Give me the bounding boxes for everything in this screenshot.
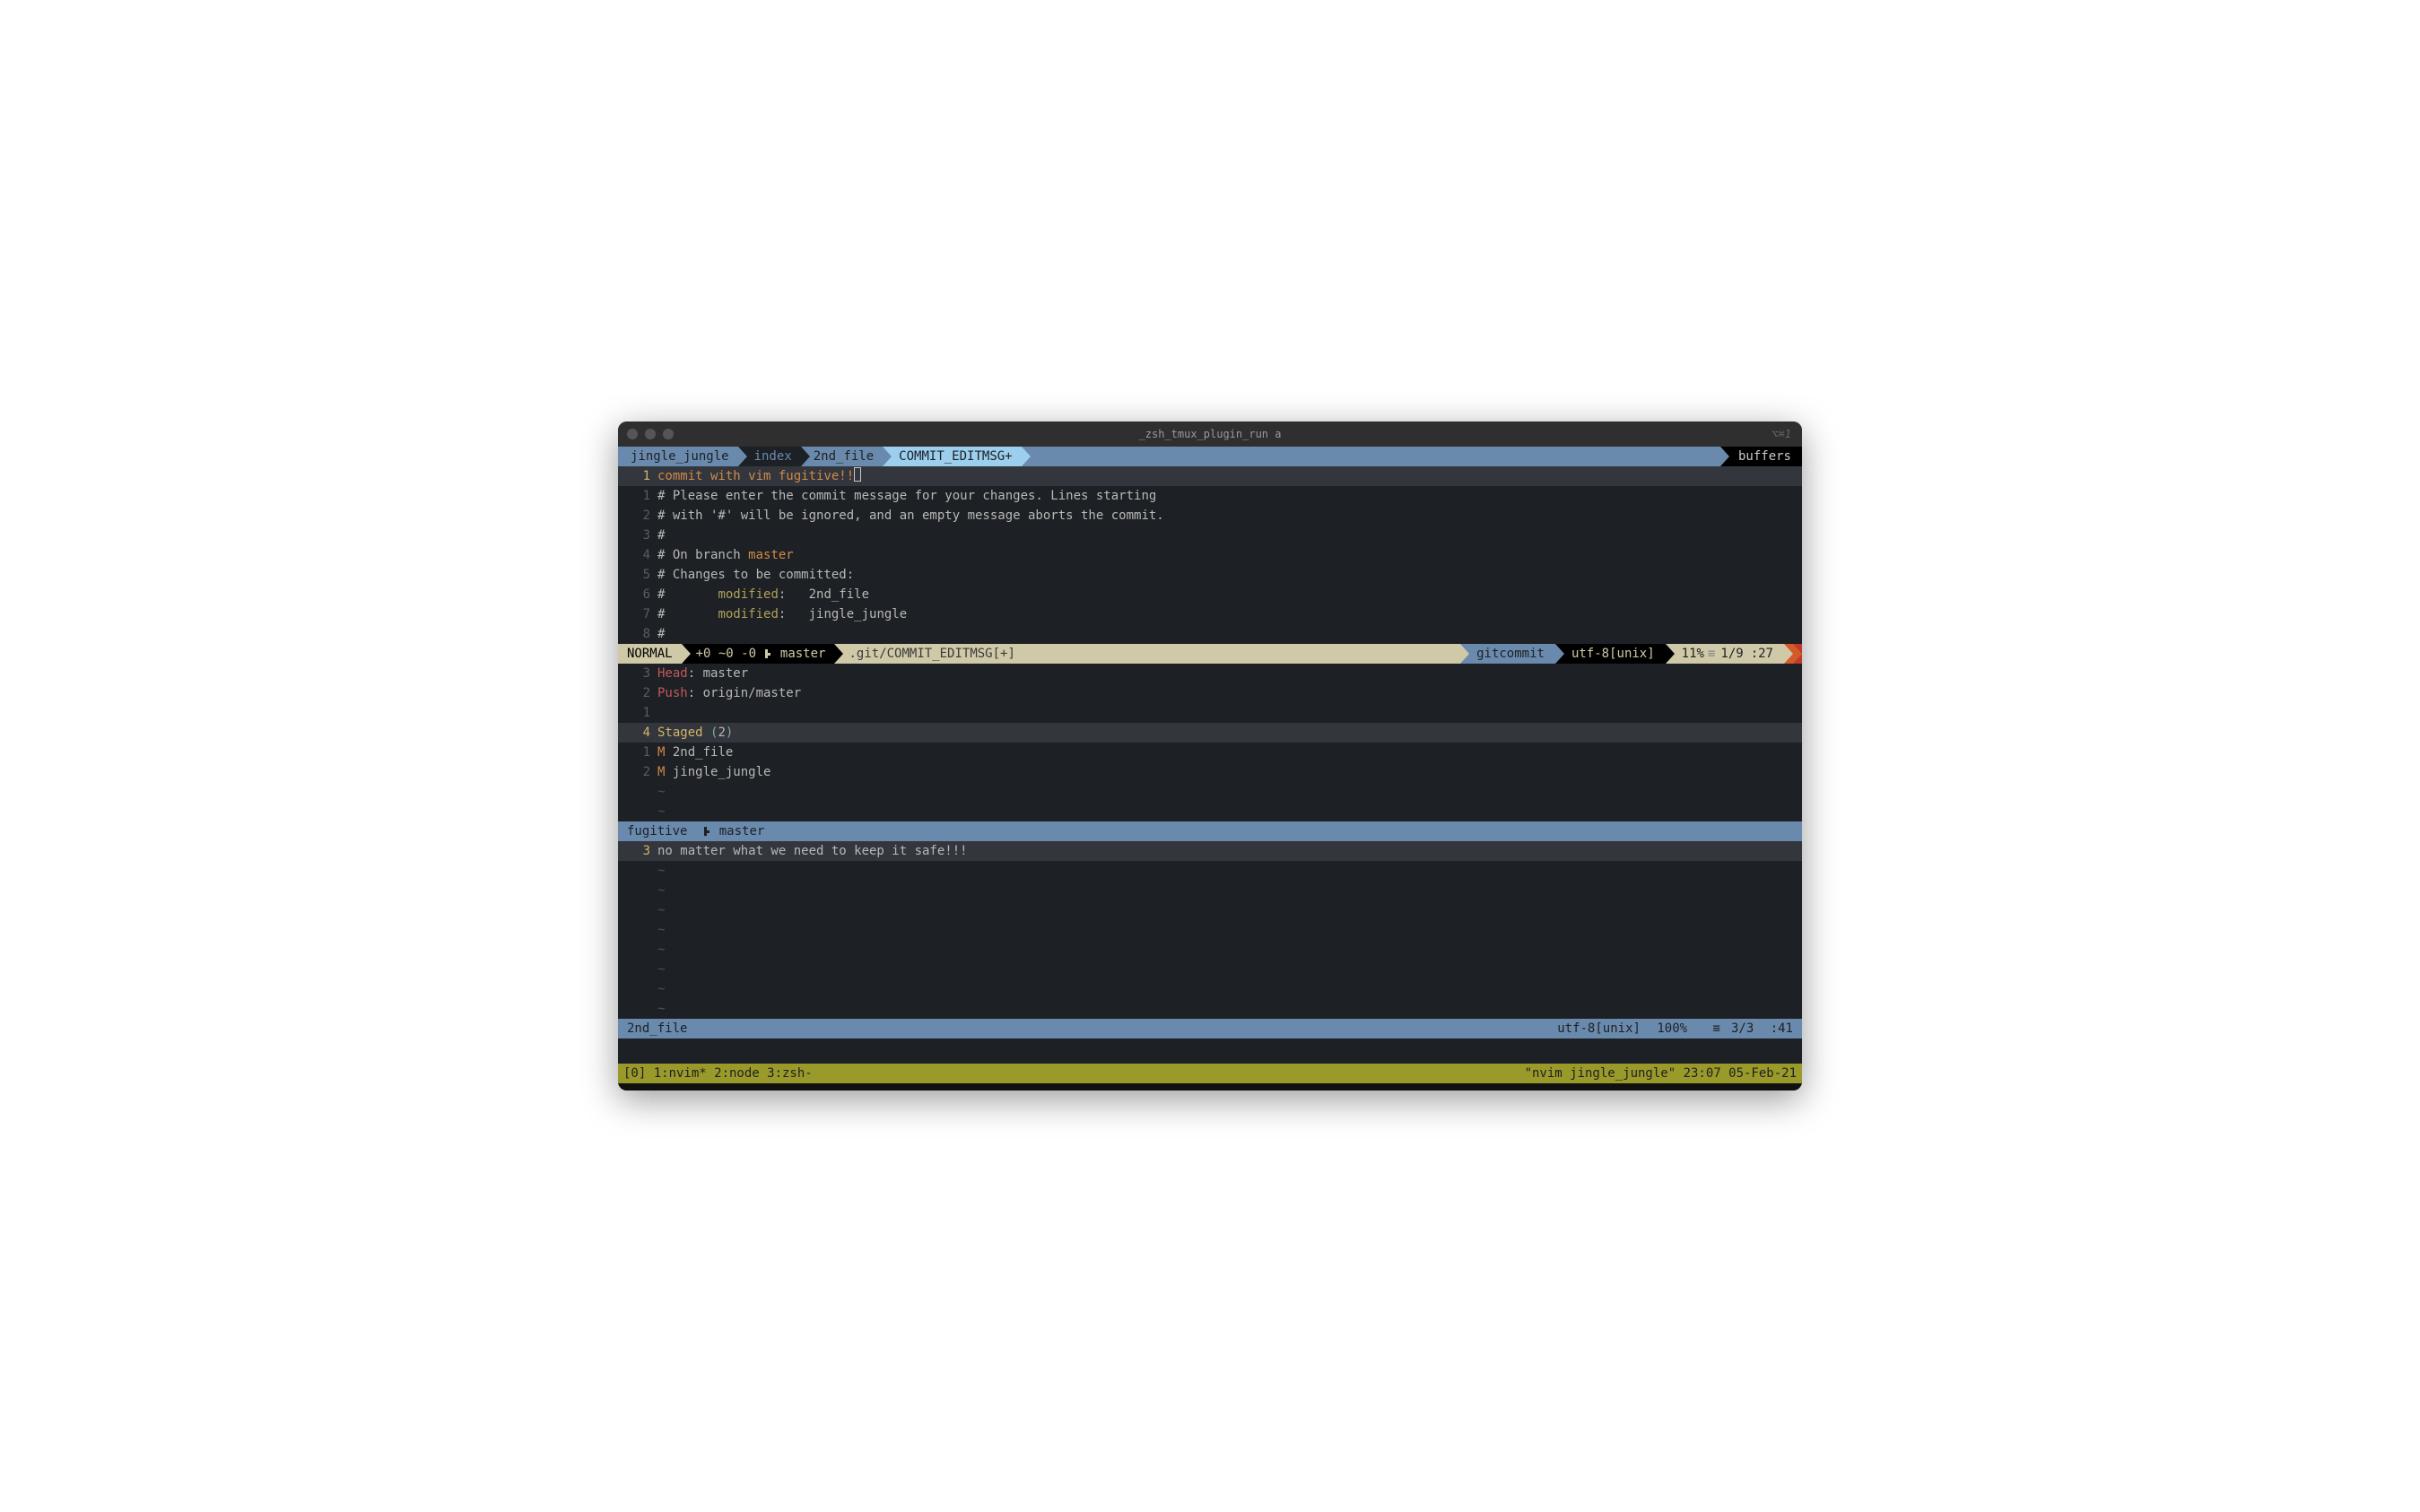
tabline: jingle_jungle index 2nd_file COMMIT_EDIT… [618,447,1802,466]
statusline-fugitive: fugitive master [618,821,1802,841]
warning-indicator [1784,644,1793,664]
line-number: 8 [618,624,657,644]
tab-2nd-file[interactable]: 2nd_file [801,447,883,466]
line-number: 7 [618,604,657,624]
code-line[interactable]: 1 # Please enter the commit message for … [618,486,1802,506]
empty-tilde: ~ [618,861,1802,881]
zoom-icon[interactable] [663,429,674,439]
col-indicator: :41 [1771,1021,1793,1036]
line-number: 2 [618,506,657,526]
empty-tilde: ~ [618,802,1802,821]
cursor-icon [854,467,861,482]
line-number: 1 [618,743,657,762]
branch-name: master [719,824,765,839]
terminal-window: _zsh_tmux_plugin_run a ⌥⌘1 jingle_jungle… [618,421,1802,1091]
error-indicator [1793,644,1802,664]
fugitive-staged-header[interactable]: 4 Staged (2) [618,723,1802,743]
staged-file[interactable]: 2 M jingle_jungle [618,762,1802,782]
tab-jingle-jungle[interactable]: jingle_jungle [618,447,738,466]
code-line[interactable]: 2 # with '#' will be ignored, and an emp… [618,506,1802,526]
fugitive-push[interactable]: 2 Push: origin/master [618,683,1802,703]
commit-buffer[interactable]: 1 commit with vim fugitive!! 1 # Please … [618,466,1802,644]
code-line[interactable]: 5 # Changes to be committed: [618,565,1802,585]
close-icon[interactable] [627,429,638,439]
empty-tilde: ~ [618,881,1802,900]
empty-tilde: ~ [618,940,1802,960]
titlebar: _zsh_tmux_plugin_run a ⌥⌘1 [618,421,1802,447]
line-number: 1 [618,703,657,723]
line-number: 4 [618,723,657,743]
code-line[interactable]: 7 # modified: jingle_jungle [618,604,1802,624]
window-title: _zsh_tmux_plugin_run a [1139,428,1282,440]
buffers-label: buffers [1720,447,1802,466]
line-number: 5 [618,565,657,585]
empty-tilde: ~ [618,960,1802,979]
file-path: .git/COMMIT_EDITMSG[+] [834,644,1460,664]
commit-message-text: commit with vim fugitive!! [657,469,854,483]
line-number: 4 [618,545,657,565]
tab-commit-editmsg[interactable]: COMMIT_EDITMSG+ [883,447,1021,466]
commit-msg-line[interactable]: 1 commit with vim fugitive!! [618,466,1802,486]
line-number: 3 [618,841,657,861]
line-number: 6 [618,585,657,604]
minimize-icon[interactable] [645,429,656,439]
filetype-indicator: gitcommit [1460,644,1555,664]
code-line[interactable]: 4 # On branch master [618,545,1802,565]
line-number: 2 [618,762,657,782]
empty-tilde: ~ [618,999,1802,1019]
window-hint: ⌥⌘1 [1771,428,1791,440]
line-icon [1704,647,1720,661]
statusline-second-file: 2nd_file utf-8[unix] 100% 3/3 :41 [618,1019,1802,1038]
line-number: 1 [618,466,657,486]
line-number: 1 [618,486,657,506]
empty-tilde: ~ [618,979,1802,999]
status-flag: M [657,745,665,760]
fugitive-status[interactable]: 3 Head: master 2 Push: origin/master 1 4… [618,664,1802,821]
bottom-padding [618,1083,1802,1091]
code-line[interactable]: 3 # [618,526,1802,545]
branch-icon [702,825,711,838]
traffic-lights [627,429,674,439]
code-line[interactable]: 3 no matter what we need to keep it safe… [618,841,1802,861]
code-line[interactable]: 8 # [618,624,1802,644]
line-number: 2 [618,683,657,703]
empty-tilde: ~ [618,782,1802,802]
file-name: 2nd_file [627,1021,687,1036]
branch-icon [763,647,772,660]
encoding-indicator: utf-8[unix] [1555,644,1666,664]
second-file-buffer[interactable]: 3 no matter what we need to keep it safe… [618,841,1802,1019]
staged-file[interactable]: 1 M 2nd_file [618,743,1802,762]
code-line[interactable]: 6 # modified: 2nd_file [618,585,1802,604]
status-flag: M [657,765,665,779]
command-area[interactable] [618,1038,1802,1064]
statusline-commit: NORMAL +0 ~0 -0 master .git/COMMIT_EDITM… [618,644,1802,664]
line-icon [1713,1021,1722,1036]
code-line[interactable]: 1 [618,703,1802,723]
mode-indicator: NORMAL [618,644,682,664]
line-number: 3 [618,664,657,683]
file-name: fugitive [627,824,687,839]
tab-index[interactable]: index [738,447,801,466]
position-indicator: utf-8[unix] 100% 3/3 :41 [1548,1021,1793,1036]
empty-tilde: ~ [618,920,1802,940]
git-info: +0 ~0 -0 master [682,644,835,664]
empty-tilde: ~ [618,900,1802,920]
tmux-right-status: "nvim jingle_jungle" 23:07 05-Feb-21 [1525,1066,1797,1081]
tmux-windows[interactable]: [0] 1:nvim* 2:node 3:zsh- [623,1066,813,1081]
branch-name: master [748,548,794,562]
fugitive-head[interactable]: 3 Head: master [618,664,1802,683]
tmux-statusline: [0] 1:nvim* 2:node 3:zsh- "nvim jingle_j… [618,1064,1802,1083]
position-indicator: 11% 1/9 :27 [1666,644,1784,664]
line-number: 3 [618,526,657,545]
